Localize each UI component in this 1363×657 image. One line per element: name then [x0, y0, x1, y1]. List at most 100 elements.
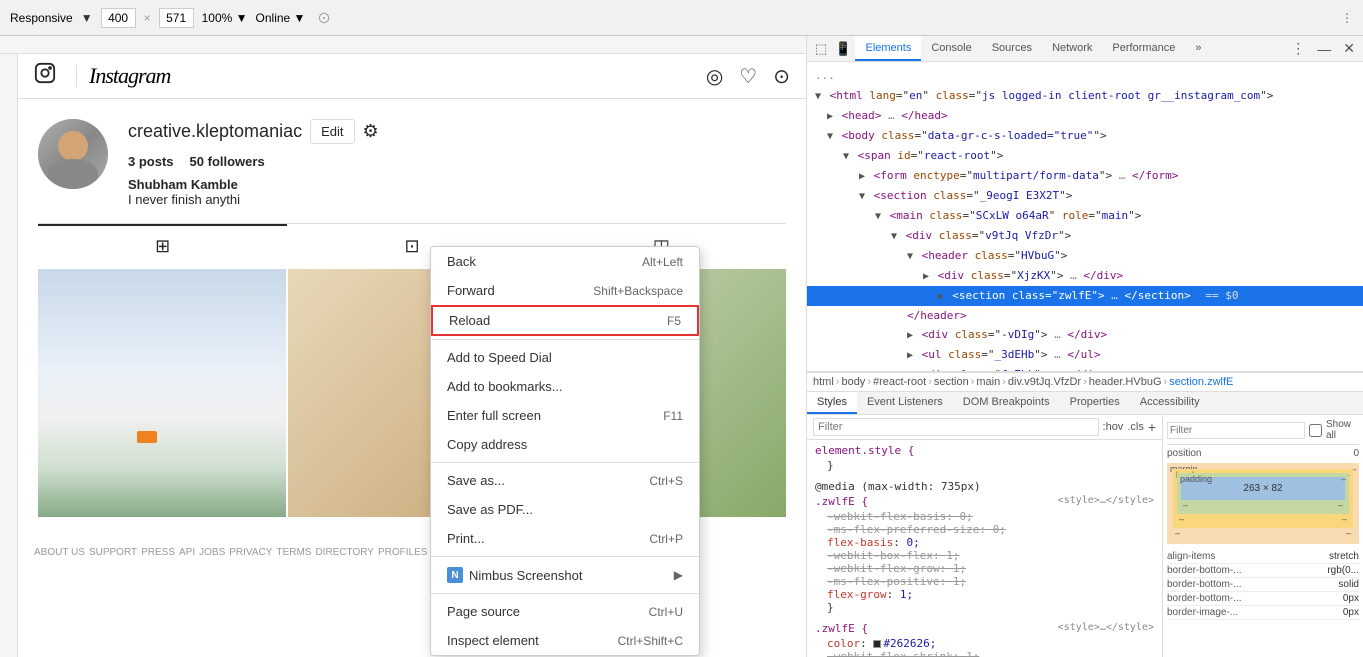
settings-gear-icon[interactable]: ⚙ — [363, 121, 379, 142]
footer-terms[interactable]: TERMS — [276, 547, 311, 558]
bc-react-root[interactable]: #react-root — [873, 376, 926, 388]
responsive-dropdown[interactable]: Responsive — [10, 11, 73, 25]
tab-network[interactable]: Network — [1042, 36, 1102, 61]
footer-press[interactable]: PRESS — [141, 547, 175, 558]
collapse-arrow-body[interactable]: ▼ — [827, 131, 833, 142]
dom-line-head[interactable]: ▶ <head> … </head> — [807, 106, 1363, 126]
ctx-save-as[interactable]: Save as... Ctrl+S — [431, 466, 699, 495]
profile-icon[interactable]: ⊙ — [773, 64, 790, 89]
tab-performance[interactable]: Performance — [1102, 36, 1185, 61]
collapse-arrow[interactable]: ▼ — [815, 91, 821, 102]
collapse-arrow-xjzkx[interactable]: ▶ — [923, 271, 929, 282]
tab-elements[interactable]: Elements — [855, 36, 921, 61]
zoom-dropdown[interactable]: 100% ▼ — [202, 11, 248, 25]
ctx-forward[interactable]: Forward Shift+Backspace — [431, 276, 699, 305]
ctx-save-pdf[interactable]: Save as PDF... — [431, 495, 699, 524]
dom-line-div-fx7hk[interactable]: ▶ <div class="fx7hk"> … </div> — [807, 365, 1363, 372]
height-input[interactable] — [159, 8, 194, 28]
device-toolbar-icon[interactable]: 📱 — [831, 39, 855, 59]
dom-line-div-vtjq[interactable]: ▼ <div class="v9tJq VfzDr"> — [807, 226, 1363, 246]
bc-body[interactable]: body — [841, 376, 865, 388]
bc-section-zwlfe[interactable]: section.zwlfE — [1169, 376, 1233, 388]
footer-profiles[interactable]: PROFILES — [378, 547, 427, 558]
collapse-arrow-head[interactable]: ▶ — [827, 111, 833, 122]
dom-line-main[interactable]: ▼ <main class="SCxLW o64aR" role="main"> — [807, 206, 1363, 226]
tab-sources[interactable]: Sources — [982, 36, 1042, 61]
attr-div1-eq: =" — [972, 229, 985, 242]
collapse-arrow-form[interactable]: ▶ — [859, 171, 865, 182]
ctx-add-bookmarks[interactable]: Add to bookmarks... — [431, 372, 699, 401]
footer-privacy[interactable]: PRIVACY — [229, 547, 272, 558]
computed-prop-border-bottom-1: border-bottom-... rgb(0... — [1167, 564, 1359, 578]
ctx-nimbus[interactable]: N Nimbus Screenshot ▶ — [431, 560, 699, 590]
ig-tab-grid[interactable]: ⊞ — [38, 224, 287, 267]
styles-filter-input[interactable] — [813, 418, 1099, 436]
dom-line-section[interactable]: ▼ <section class="_9eogI E3X2T"> — [807, 186, 1363, 206]
bc-section[interactable]: section — [934, 376, 969, 388]
compass-icon[interactable]: ◎ — [706, 64, 723, 89]
collapse-arrow-main[interactable]: ▼ — [875, 211, 881, 222]
dom-line-ellipsis[interactable]: ... — [807, 66, 1363, 86]
styles-tab-styles[interactable]: Styles — [807, 392, 857, 414]
ctx-inspect[interactable]: Inspect element Ctrl+Shift+C — [431, 626, 699, 655]
class-filter-btn[interactable]: .cls — [1127, 421, 1144, 433]
styles-tab-properties[interactable]: Properties — [1060, 392, 1130, 414]
bc-main[interactable]: main — [976, 376, 1000, 388]
dom-line-header[interactable]: ▼ <header class="HVbuG"> — [807, 246, 1363, 266]
devtools-minimize-icon[interactable]: — — [1313, 39, 1335, 59]
inspect-element-icon[interactable]: ⬚ — [811, 39, 831, 59]
width-input[interactable] — [101, 8, 136, 28]
dom-line-form[interactable]: ▶ <form enctype="multipart/form-data"> …… — [807, 166, 1363, 186]
add-style-btn[interactable]: + — [1148, 419, 1156, 435]
devtools-close-icon[interactable]: ✕ — [1339, 38, 1359, 59]
ctx-add-speed-dial[interactable]: Add to Speed Dial — [431, 343, 699, 372]
dom-line-react-root[interactable]: ▼ <span id="react-root"> — [807, 146, 1363, 166]
footer-api[interactable]: API — [179, 547, 195, 558]
ctx-back-shortcut: Alt+Left — [642, 255, 683, 269]
dom-line-html[interactable]: ▼ <html lang="en" class="js logged-in cl… — [807, 86, 1363, 106]
dom-line-div-vdig[interactable]: ▶ <div class="-vDIg"> … </div> — [807, 325, 1363, 345]
ctx-print[interactable]: Print... Ctrl+P — [431, 524, 699, 553]
dom-line-section-zwlfe[interactable]: ▶ <section class="zwlfE"> … </section> =… — [807, 286, 1363, 306]
styles-tab-accessibility[interactable]: Accessibility — [1130, 392, 1210, 414]
dom-line-div-xjzkx[interactable]: ▶ <div class="XjzKX"> … </div> — [807, 266, 1363, 286]
bc-html[interactable]: html — [813, 376, 834, 388]
tab-console[interactable]: Console — [921, 36, 981, 61]
attr-zwlfe-gt: "> — [1091, 289, 1104, 302]
dom-line-header-close[interactable]: </header> — [807, 306, 1363, 326]
ctx-fullscreen[interactable]: Enter full screen F11 — [431, 401, 699, 430]
styles-tab-dom-breakpoints[interactable]: DOM Breakpoints — [953, 392, 1060, 414]
collapse-arrow-selected[interactable]: ▶ — [938, 291, 944, 302]
edit-profile-button[interactable]: Edit — [310, 119, 354, 144]
footer-support[interactable]: SUPPORT — [89, 547, 137, 558]
collapse-arrow-section[interactable]: ▼ — [859, 191, 865, 202]
attr-ul-eq: =" — [981, 348, 994, 361]
footer-directory[interactable]: DIRECTORY — [315, 547, 374, 558]
hover-filter-btn[interactable]: :hov — [1103, 421, 1124, 433]
footer-about-us[interactable]: ABOUT US — [34, 547, 85, 558]
bc-header[interactable]: header.HVbuG — [1089, 376, 1162, 388]
devtools-settings-icon[interactable]: ⋮ — [1287, 38, 1309, 59]
ctx-reload[interactable]: Reload F5 — [431, 305, 699, 336]
tab-more[interactable]: » — [1185, 36, 1211, 61]
show-all-checkbox[interactable] — [1309, 424, 1322, 437]
dom-line-ul[interactable]: ▶ <ul class="_3dEHb"> … </ul> — [807, 345, 1363, 365]
heart-icon[interactable]: ♡ — [739, 64, 757, 89]
box-margin-area: margin – border – padding – 263 × 82 — [1167, 463, 1359, 544]
screenshot-icon[interactable]: ⊙ — [317, 8, 330, 28]
collapse-arrow-ul[interactable]: ▶ — [907, 350, 913, 361]
ctx-copy-address[interactable]: Copy address — [431, 430, 699, 459]
styles-tab-event-listeners[interactable]: Event Listeners — [857, 392, 953, 414]
dom-line-body[interactable]: ▼ <body class="data-gr-c-s-loaded="true"… — [807, 126, 1363, 146]
collapse-arrow-header[interactable]: ▼ — [907, 251, 913, 262]
collapse-arrow-vdig[interactable]: ▶ — [907, 330, 913, 341]
bc-div-vtjq[interactable]: div.v9tJq.VfzDr — [1008, 376, 1081, 388]
collapse-arrow-span[interactable]: ▼ — [843, 151, 849, 162]
more-options-icon[interactable]: ⋮ — [1341, 11, 1353, 25]
ctx-back[interactable]: Back Alt+Left — [431, 247, 699, 276]
online-dropdown[interactable]: Online ▼ — [256, 11, 306, 25]
collapse-arrow-div1[interactable]: ▼ — [891, 231, 897, 242]
ctx-page-source[interactable]: Page source Ctrl+U — [431, 597, 699, 626]
computed-filter-input[interactable] — [1167, 422, 1305, 439]
footer-jobs[interactable]: JOBS — [199, 547, 225, 558]
